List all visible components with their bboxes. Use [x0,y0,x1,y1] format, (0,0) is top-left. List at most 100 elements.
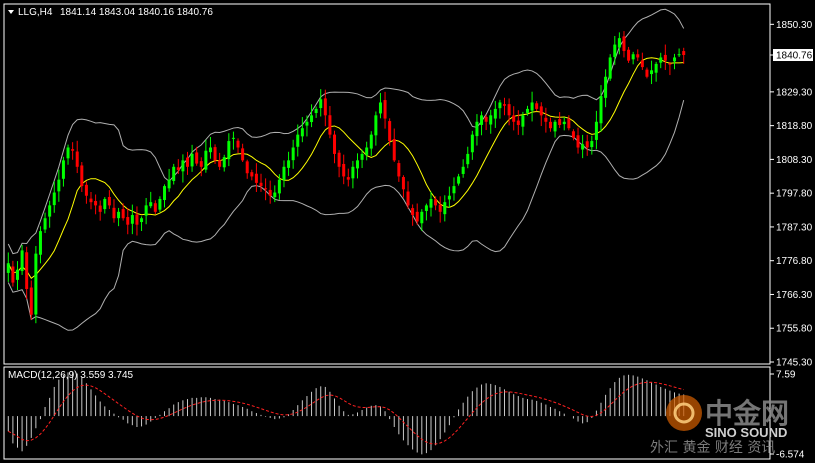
candle-body [333,134,337,154]
candle-body [535,103,539,109]
candle-body [227,141,231,160]
candle-body [181,160,185,172]
macd-tick-label: 7.59 [776,370,796,381]
candle-body [291,147,295,161]
price-panel[interactable] [3,3,771,365]
candle-body [548,121,552,129]
price-tick-label: 1766.30 [776,290,813,301]
candle-body [567,119,571,129]
candle-body [480,115,484,125]
candle-body [268,189,272,196]
watermark-sub: 外汇 黄金 财经 资讯 [650,439,775,456]
candle-body [213,147,217,161]
candle-body [645,69,649,77]
candle-body [401,177,405,190]
candle-body [328,115,332,135]
candle-body [544,117,548,122]
candle-body [6,263,10,273]
candle-body [553,121,557,132]
candle-body [172,166,176,181]
candle-body [378,102,382,114]
candle-body [397,163,401,177]
price-axis: 1850.30 1840.76 1829.30 1818.80 1808.30 1797.… [770,20,813,461]
candle-body [259,182,263,187]
candle-body [594,121,598,140]
logo-circle-icon [666,395,702,431]
candle-body [282,166,286,181]
current-price-label: 1840.76 [776,51,813,62]
candle-body [241,148,245,161]
candle-body [117,211,121,219]
watermark-en: SINO SOUND [705,425,787,440]
candle-body [608,57,612,79]
candle-body [374,115,378,136]
candle-body [599,96,603,124]
candle-body [236,140,240,148]
candle-body [71,149,75,151]
candle-body [29,287,33,315]
candle-body [66,147,70,159]
candle-body [677,54,681,56]
candle-body [420,211,424,224]
candle-body [199,161,203,167]
candle-body [222,157,226,168]
candle-body [75,151,79,167]
candle-body [342,163,346,177]
candle-body [287,160,291,168]
candle-body [562,121,566,125]
candle-body [305,121,309,126]
candle-body [392,139,396,161]
candle-body [650,70,654,75]
candle-body [516,120,520,125]
candle-body [636,54,640,58]
candle-body [107,196,111,206]
candle-body [406,191,410,206]
price-tick-label: 1808.30 [776,155,813,166]
candle-body [126,217,130,225]
candle-body [15,269,19,280]
candle-body [498,102,502,109]
candle-body [443,202,447,215]
candle-body [190,153,194,167]
candle-body [466,153,470,165]
candle-body [11,266,15,283]
candle-body [346,177,350,180]
candle-body [89,198,93,203]
candle-body [149,202,153,207]
candle-body [415,211,419,222]
candle-body [438,204,442,212]
macd-label: MACD(12,26,9) 3.559 3.745 [8,370,134,381]
candle-body [640,60,644,68]
candle-body [581,144,585,150]
candle-body [43,218,47,230]
price-tick-label: 1755.80 [776,324,813,335]
price-tick-label: 1745.30 [776,358,813,369]
candle-body [383,100,387,119]
candle-body [351,166,355,179]
candle-body [112,207,116,219]
candle-body [627,49,631,61]
candle-body [617,38,621,48]
candle-body [369,134,373,149]
candle-body [585,141,589,148]
price-tick-label: 1776.80 [776,256,813,267]
candle-body [530,102,534,111]
candle-body [654,63,658,73]
price-tick-label: 1818.80 [776,121,813,132]
candle-body [195,152,199,164]
candle-body [218,160,222,167]
candle-body [470,134,474,153]
candle-body [673,57,677,62]
candle-body [314,108,318,114]
candle-body [300,128,304,137]
candle-body [48,205,52,217]
candle-body [360,153,364,160]
candle-body [475,121,479,137]
candle-body [140,218,144,223]
candle-body [521,115,525,127]
candle-body [452,186,456,194]
price-tick-label: 1850.30 [776,20,813,31]
candle-body [80,165,84,187]
candle-body [411,208,415,216]
price-tick-label: 1829.30 [776,87,813,98]
